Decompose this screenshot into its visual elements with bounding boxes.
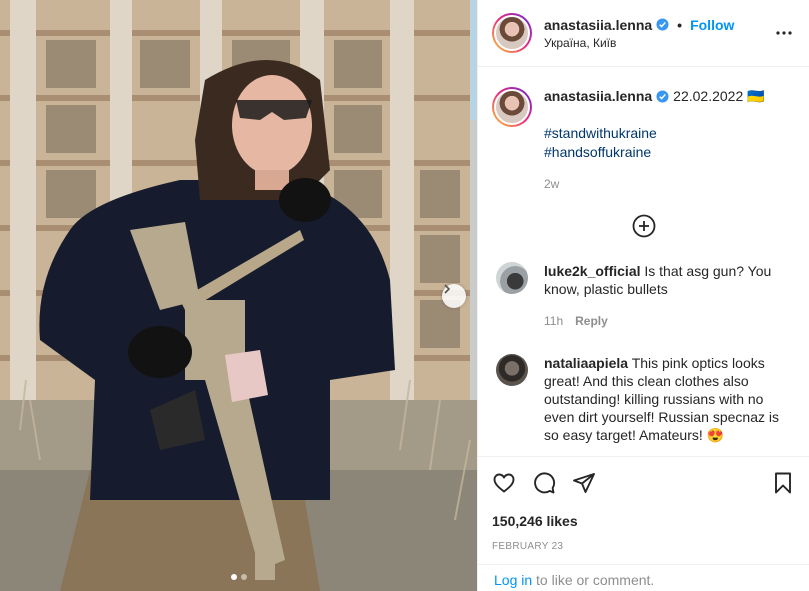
carousel-indicator (0, 574, 477, 580)
load-more-comments-icon (632, 214, 655, 238)
post-date: FEBRUARY 23 (492, 541, 564, 552)
comment-meta: 11h Reply (544, 312, 794, 330)
caption-date: 22.02.2022 🇺🇦 (673, 88, 765, 104)
paper-plane-icon (573, 473, 595, 493)
chevron-right-icon (444, 284, 451, 294)
comment-button[interactable] (532, 471, 556, 495)
more-options-icon[interactable] (775, 24, 793, 42)
caption-avatar[interactable] (492, 87, 532, 127)
post-header: anastasiia.lenna • Follow Україна, Київ (478, 0, 809, 67)
like-button[interactable] (492, 471, 516, 495)
caption-hashtags: #standwithukraine #handsoffukraine (544, 124, 765, 162)
login-prompt: Log in to like or comment. (478, 564, 809, 591)
commenter-username[interactable]: luke2k_official (544, 263, 641, 279)
login-prompt-text: to like or comment. (532, 572, 655, 588)
login-link[interactable]: Log in (494, 572, 532, 588)
likes-count[interactable]: 150,246 likes (492, 513, 795, 529)
save-button[interactable] (771, 471, 795, 495)
hashtag-link[interactable]: #standwithukraine (544, 124, 765, 143)
post-actions: 150,246 likes FEBRUARY 23 (478, 456, 809, 552)
author-info: anastasiia.lenna • Follow Україна, Київ (544, 17, 734, 50)
comment-item: luke2k_official Is that asg gun? You kno… (492, 262, 795, 330)
header-separator: • (677, 16, 683, 33)
verified-badge-icon (656, 90, 669, 103)
comment-bubble-icon (534, 472, 556, 494)
carousel-next-button[interactable] (442, 284, 466, 308)
commenter-avatar[interactable] (496, 262, 528, 294)
reply-button[interactable]: Reply (575, 314, 608, 328)
carousel-dot-1 (230, 574, 237, 580)
comments-section[interactable]: anastasiia.lenna 22.02.2022 🇺🇦 #standwit… (478, 68, 809, 456)
commenter-username[interactable]: nataliaapiela (544, 355, 628, 371)
photo-illustration (0, 0, 477, 591)
caption: anastasiia.lenna 22.02.2022 🇺🇦 #standwit… (492, 87, 795, 194)
heart-icon (493, 473, 515, 493)
comment-time: 11h (544, 314, 564, 328)
carousel-dot-2 (240, 574, 247, 580)
author-avatar[interactable] (492, 13, 532, 53)
comment-item: nataliaapiela This pink optics looks gre… (492, 354, 795, 444)
post-photo[interactable] (0, 0, 477, 591)
author-username[interactable]: anastasiia.lenna (544, 17, 652, 33)
bookmark-icon (775, 472, 791, 494)
hashtag-link[interactable]: #handsoffukraine (544, 143, 765, 162)
caption-username[interactable]: anastasiia.lenna (544, 87, 652, 106)
post-sidebar: anastasiia.lenna • Follow Україна, Київ … (477, 0, 809, 591)
follow-button[interactable]: Follow (690, 17, 734, 33)
action-bar (492, 457, 795, 509)
share-button[interactable] (572, 471, 596, 495)
caption-time: 2w (544, 177, 560, 191)
post-location[interactable]: Україна, Київ (544, 36, 734, 50)
commenter-avatar[interactable] (496, 354, 528, 386)
load-more-comments-button[interactable] (492, 214, 795, 238)
verified-badge-icon (656, 18, 669, 31)
